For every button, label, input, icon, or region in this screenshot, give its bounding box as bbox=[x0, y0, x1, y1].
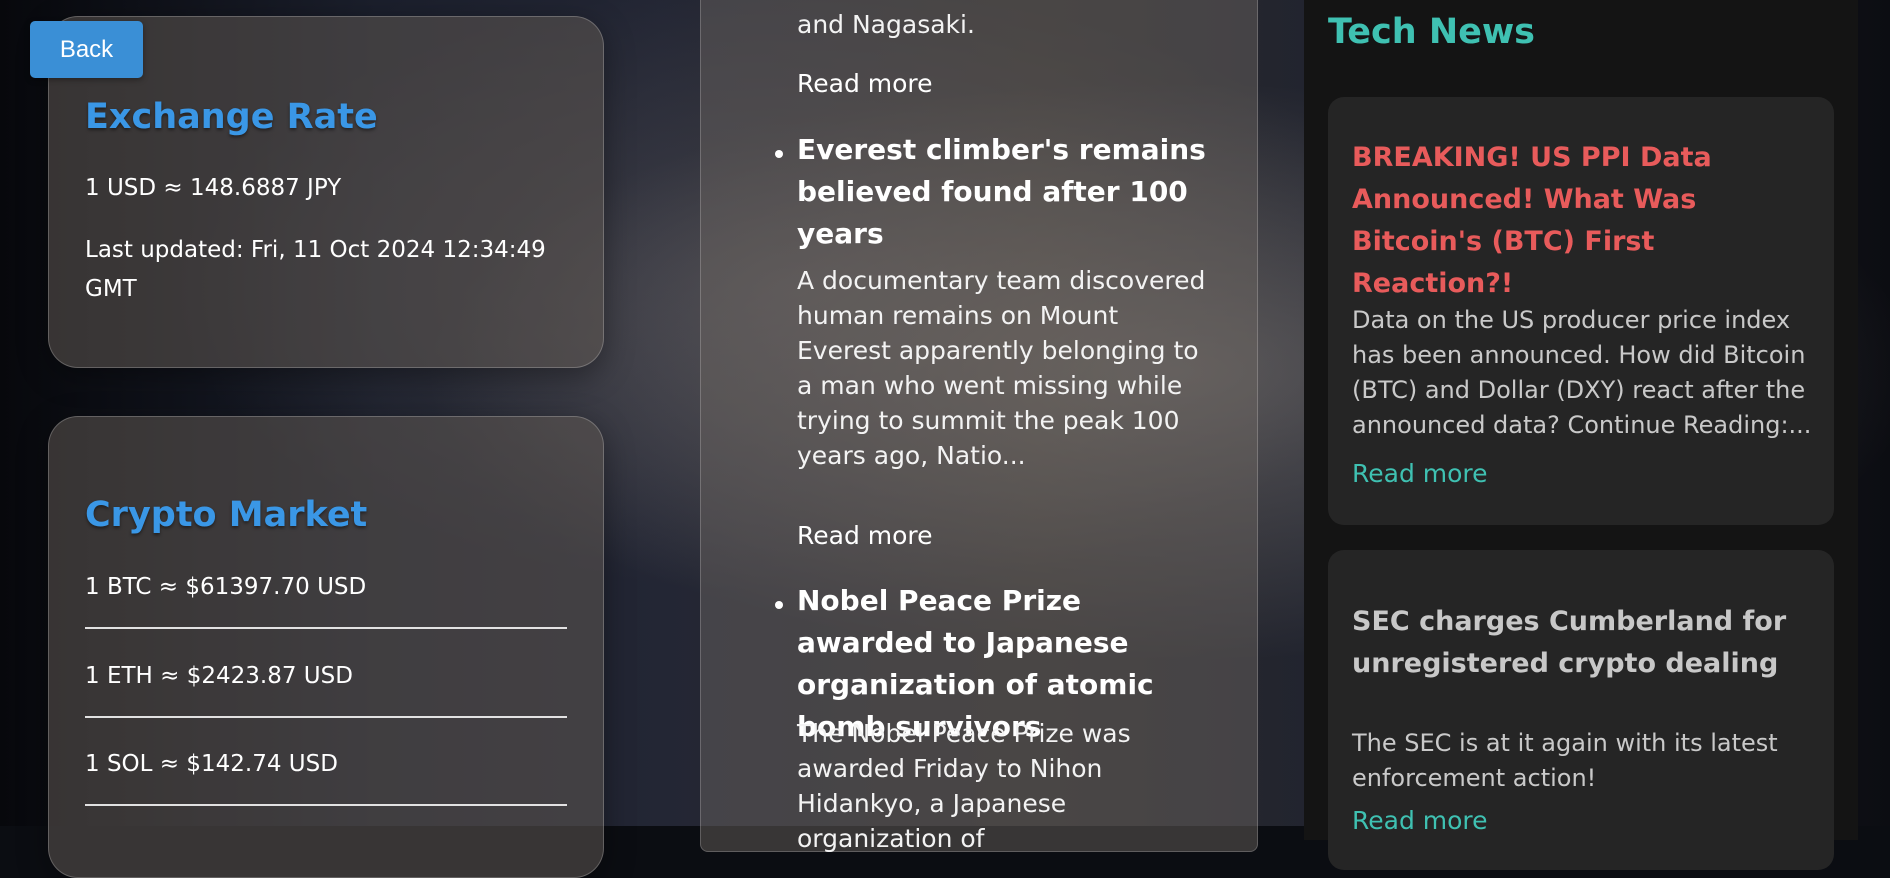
crypto-market-card: Crypto Market 1 BTC ≈ $61397.70 USD 1 ET… bbox=[48, 416, 604, 878]
tech-news-description: The SEC is at it again with its latest e… bbox=[1352, 729, 1778, 792]
news-panel: and Nagasaki. Read more Everest climber'… bbox=[700, 0, 1258, 853]
news-prev-read-more-link[interactable]: Read more bbox=[797, 69, 933, 98]
crypto-row-sol: 1 SOL ≈ $142.74 USD bbox=[85, 744, 567, 806]
crypto-row-eth: 1 ETH ≈ $2423.87 USD bbox=[85, 656, 567, 718]
bullet-marker bbox=[775, 601, 783, 609]
tech-news-card: SEC charges Cumberland for unregistered … bbox=[1328, 550, 1834, 870]
tech-news-read-more-link[interactable]: Read more bbox=[1352, 806, 1488, 835]
bullet-marker bbox=[775, 150, 783, 158]
exchange-rate-value: 1 USD ≈ 148.6887 JPY bbox=[85, 175, 342, 201]
crypto-row-btc: 1 BTC ≈ $61397.70 USD bbox=[85, 567, 567, 629]
tech-news-title: Tech News bbox=[1328, 12, 1536, 52]
back-button[interactable]: Back bbox=[30, 21, 143, 78]
news-item-summary: The Nobel Peace Prize was awarded Friday… bbox=[797, 719, 1131, 853]
news-item-read-more-link[interactable]: Read more bbox=[797, 521, 933, 550]
news-item-summary: A documentary team discovered human rema… bbox=[797, 266, 1206, 470]
news-item-headline: Everest climber's remains believed found… bbox=[797, 133, 1206, 250]
tech-news-card: BREAKING! US PPI Data Announced! What Wa… bbox=[1328, 97, 1834, 525]
tech-news-description: Data on the US producer price index has … bbox=[1352, 306, 1812, 439]
news-prev-summary-tail: and Nagasaki. bbox=[797, 10, 975, 39]
crypto-market-title: Crypto Market bbox=[85, 495, 368, 535]
tech-news-read-more-link[interactable]: Read more bbox=[1352, 459, 1488, 488]
exchange-rate-title: Exchange Rate bbox=[85, 97, 378, 137]
tech-news-headline: BREAKING! US PPI Data Announced! What Wa… bbox=[1352, 142, 1712, 299]
tech-news-sidebar: Tech News BREAKING! US PPI Data Announce… bbox=[1304, 0, 1858, 870]
exchange-last-updated: Last updated: Fri, 11 Oct 2024 12:34:49 … bbox=[85, 237, 546, 302]
tech-news-headline: SEC charges Cumberland for unregistered … bbox=[1352, 606, 1787, 679]
